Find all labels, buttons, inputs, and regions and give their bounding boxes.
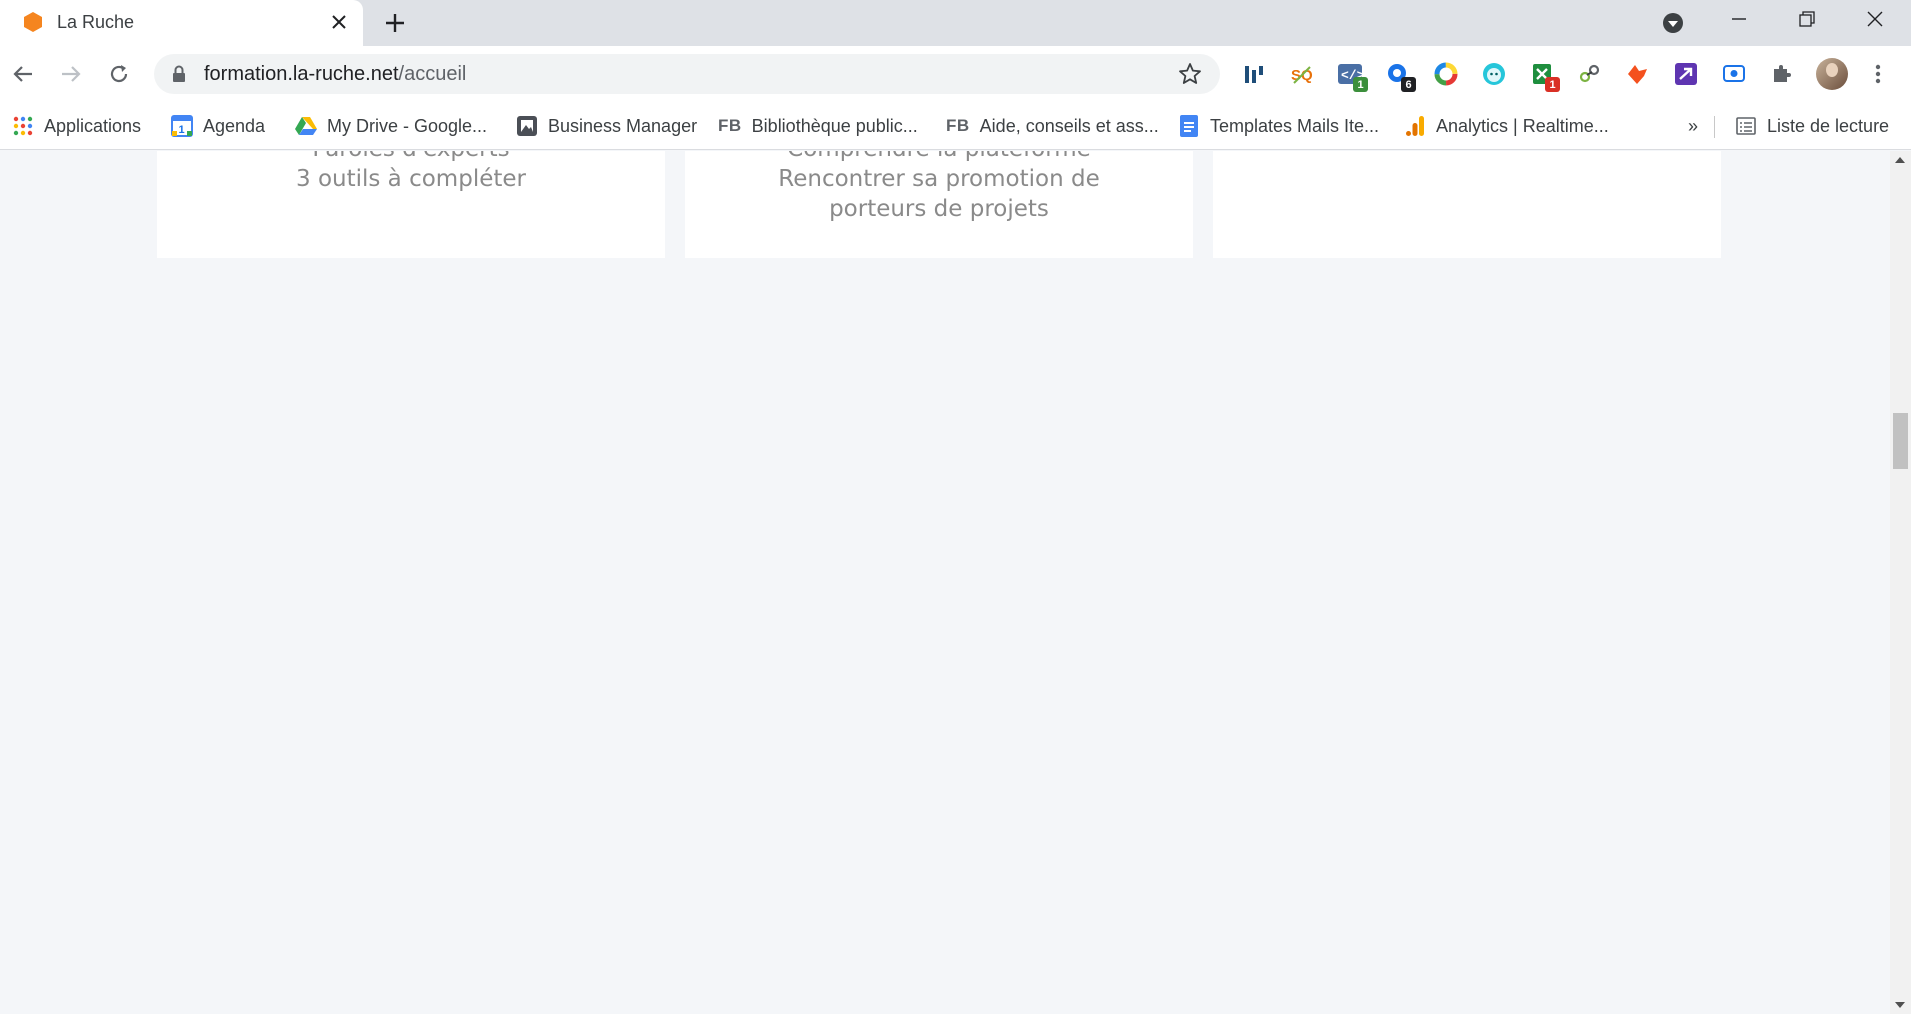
- svg-text:1: 1: [179, 124, 185, 136]
- bookmarks-overflow-button[interactable]: »: [1688, 110, 1698, 142]
- chevron-double-right-icon: »: [1688, 115, 1699, 136]
- minimize-button[interactable]: [1707, 0, 1771, 38]
- extension-face-icon[interactable]: [1480, 60, 1508, 88]
- extension-badge: 1: [1353, 77, 1368, 92]
- close-window-button[interactable]: [1843, 0, 1907, 38]
- business-manager-icon: [516, 115, 538, 137]
- bookmark-applications[interactable]: Applications: [12, 110, 141, 142]
- extension-seo-icon[interactable]: SQ: [1288, 60, 1316, 88]
- url-path: /accueil: [398, 63, 467, 85]
- bookmark-my-drive[interactable]: My Drive - Google...: [295, 110, 487, 142]
- bookmark-label: Analytics | Realtime...: [1436, 115, 1609, 136]
- bookmark-label: Bibliothèque public...: [751, 115, 918, 136]
- card-experts: Paroles d'experts 3 outils à compléter: [157, 151, 665, 258]
- profile-avatar[interactable]: [1816, 58, 1848, 90]
- google-drive-icon: [295, 115, 317, 137]
- bookmark-business-manager[interactable]: Business Manager: [516, 110, 697, 142]
- card-empty: [1213, 151, 1721, 258]
- tab-strip: La Ruche: [0, 0, 1911, 46]
- bookmarks-bar: Applications 1 Agenda My Drive - Google.…: [0, 102, 1911, 150]
- google-docs-icon: [1178, 115, 1200, 137]
- page-content: Paroles d'experts 3 outils à compléter C…: [0, 151, 1890, 1014]
- bookmark-analytics[interactable]: Analytics | Realtime...: [1404, 110, 1609, 142]
- lock-icon[interactable]: [172, 65, 186, 83]
- bookmark-label: My Drive - Google...: [327, 115, 488, 136]
- extensions-puzzle-icon[interactable]: [1768, 60, 1796, 88]
- bookmark-label: Templates Mails Ite...: [1210, 115, 1380, 136]
- bookmark-templates-mails[interactable]: Templates Mails Ite...: [1178, 110, 1379, 142]
- bookmark-label: Aide, conseils et ass...: [979, 115, 1159, 136]
- tab-title: La Ruche: [57, 12, 135, 32]
- fb-icon: FB: [946, 116, 970, 135]
- extension-code-icon[interactable]: </> 1: [1336, 60, 1368, 92]
- close-icon[interactable]: [326, 9, 352, 35]
- extension-bars-icon[interactable]: [1240, 60, 1268, 88]
- calendar-icon: 1: [171, 115, 193, 137]
- extension-screen-icon[interactable]: [1720, 60, 1748, 88]
- bookmarks-divider: [1714, 116, 1715, 138]
- card-text-line: 3 outils à compléter: [296, 166, 526, 192]
- bookmark-bibliotheque[interactable]: FB Bibliothèque public...: [718, 110, 918, 142]
- bookmark-label: Business Manager: [548, 115, 698, 136]
- more-menu-icon[interactable]: [1866, 60, 1890, 88]
- extension-color-wheel-icon[interactable]: [1432, 60, 1460, 88]
- url-host: formation.la-ruche.net: [204, 63, 399, 85]
- reload-button[interactable]: [101, 56, 137, 92]
- restore-button[interactable]: [1775, 0, 1839, 38]
- address-bar[interactable]: formation.la-ruche.net/accueil: [154, 54, 1220, 94]
- page-scrollbar[interactable]: [1890, 151, 1911, 1014]
- analytics-icon: [1404, 115, 1426, 137]
- reading-list-icon: [1735, 115, 1757, 137]
- bookmark-aide-conseils[interactable]: FB Aide, conseils et ass...: [946, 110, 1159, 142]
- reading-list-label: Liste de lecture: [1767, 115, 1890, 136]
- back-button[interactable]: [5, 56, 41, 92]
- extension-chat-icon[interactable]: 6: [1384, 60, 1416, 92]
- active-tab[interactable]: La Ruche: [0, 0, 363, 46]
- bookmark-agenda[interactable]: 1 Agenda: [171, 110, 265, 142]
- browser-toolbar: formation.la-ruche.net/accueil SQ </> 1 …: [0, 46, 1911, 102]
- bookmark-label: Agenda: [203, 115, 266, 136]
- reading-list-button[interactable]: Liste de lecture: [1735, 110, 1889, 142]
- bookmark-label: Applications: [44, 115, 142, 136]
- hexagon-icon: [24, 12, 42, 32]
- new-tab-button[interactable]: [380, 8, 410, 38]
- card-text-line: Paroles d'experts: [157, 151, 665, 164]
- apps-grid-icon: [12, 115, 34, 137]
- card-text-line: porteurs de projets: [829, 196, 1049, 222]
- forward-button[interactable]: [53, 56, 89, 92]
- extension-fox-icon[interactable]: [1624, 60, 1652, 88]
- scroll-down-arrow-icon[interactable]: [1895, 1002, 1905, 1008]
- scrollbar-thumb[interactable]: [1893, 413, 1908, 469]
- card-plateforme: Comprendre la plateforme Rencontrer sa p…: [685, 151, 1193, 258]
- extension-badge: 6: [1401, 77, 1416, 92]
- fb-icon: FB: [718, 116, 742, 135]
- extension-sheet-icon[interactable]: 1: [1528, 60, 1560, 92]
- tab-search-button[interactable]: [1659, 9, 1687, 37]
- extension-arrow-icon[interactable]: [1672, 60, 1700, 88]
- url-text[interactable]: formation.la-ruche.net/accueil: [204, 63, 466, 86]
- card-text-line: Comprendre la plateforme: [685, 151, 1193, 164]
- bookmark-star-icon[interactable]: [1178, 62, 1202, 86]
- extension-badge: 1: [1545, 77, 1560, 92]
- scroll-up-arrow-icon[interactable]: [1895, 157, 1905, 163]
- extension-link-icon[interactable]: [1576, 60, 1604, 88]
- card-text-line: Rencontrer sa promotion de: [778, 166, 1100, 192]
